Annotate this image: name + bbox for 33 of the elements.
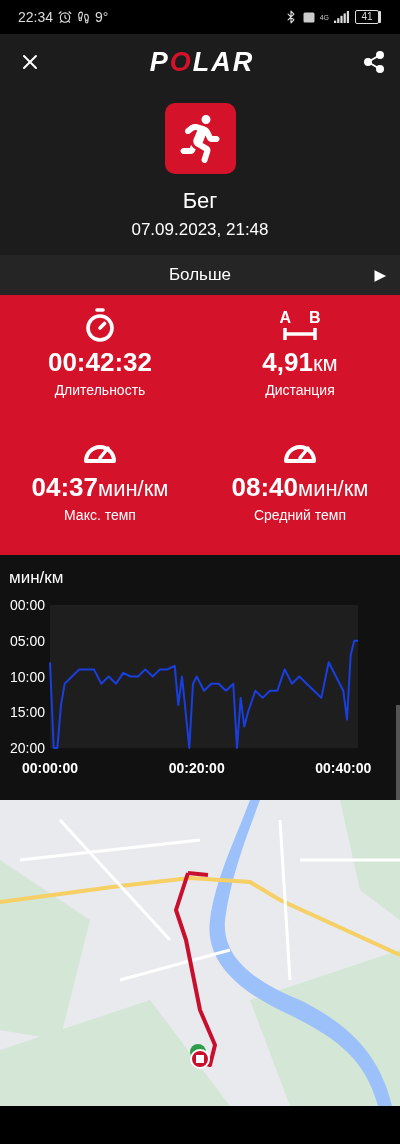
x-tick-label: 00:20:00: [168, 760, 225, 776]
battery-indicator: 41: [355, 10, 379, 24]
activity-title: Бег: [182, 188, 218, 214]
x-tick-label: 00:00:00: [22, 760, 78, 776]
chart-title: мин/км: [8, 567, 65, 588]
alarm-icon: [58, 10, 73, 24]
point-letter: B: [309, 309, 321, 327]
more-row[interactable]: Больше ▶: [0, 255, 400, 295]
y-tick-label: 20:00: [10, 740, 46, 756]
brand-logo: POLAR: [149, 46, 255, 78]
stat-value: 00:42:32: [47, 347, 153, 378]
activity-date: 07.09.2023, 21:48: [131, 220, 269, 240]
point-letter: A: [279, 309, 291, 327]
stat-label: Длительность: [54, 382, 146, 398]
share-icon[interactable]: [362, 50, 386, 74]
footprints-icon: [77, 10, 91, 24]
x-tick-label: 00:40:00: [315, 760, 372, 776]
stat-label: Средний темп: [253, 507, 347, 523]
temperature: 9°: [95, 9, 109, 25]
y-tick-label: 00:00: [10, 597, 46, 613]
stat-value: 4,91км: [262, 347, 338, 378]
stat-label: Дистанция: [265, 382, 335, 398]
stat-value: 08:40мин/км: [231, 472, 369, 503]
distance-bar-icon: [282, 327, 318, 341]
y-tick-label: 05:00: [10, 632, 46, 649]
signal-icon: [334, 11, 350, 23]
volte-icon: [302, 11, 315, 23]
arrow-icon: ▶: [374, 266, 386, 284]
stat-label: Макс. темп: [64, 507, 136, 523]
status-time: 22:34: [18, 9, 54, 25]
stat-value: 04:37мин/км: [31, 472, 169, 503]
y-tick-label: 10:00: [10, 668, 46, 685]
y-tick-label: 15:00: [10, 704, 46, 721]
